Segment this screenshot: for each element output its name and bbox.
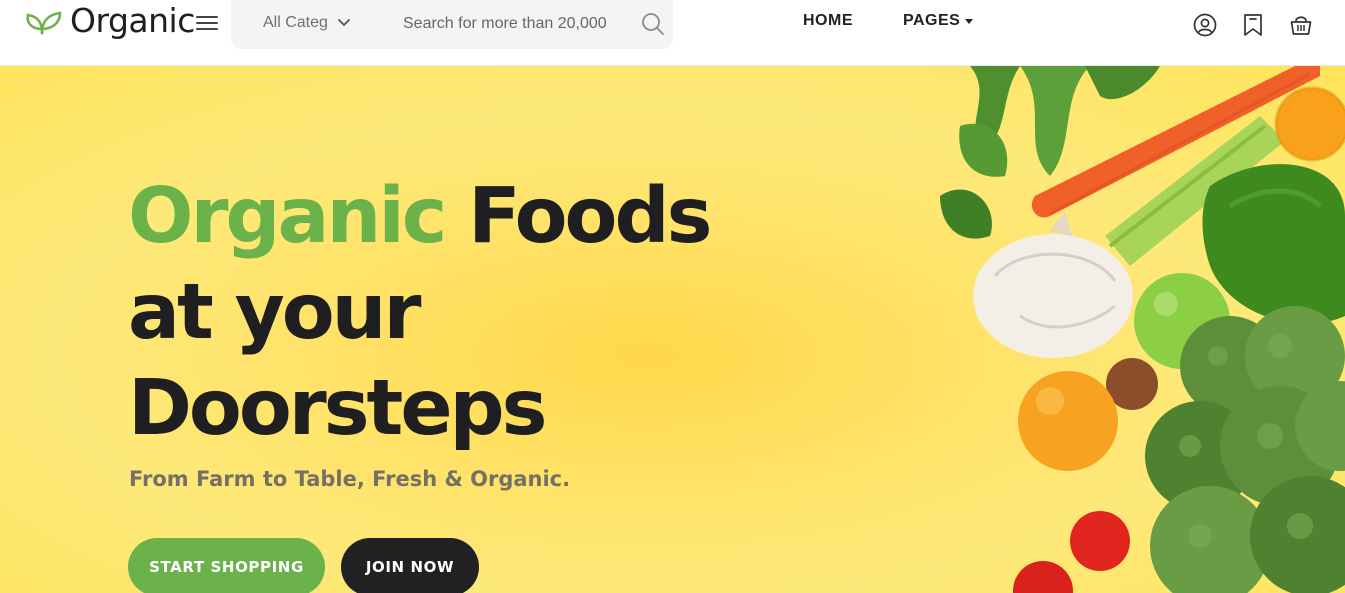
user-icon bbox=[1193, 13, 1217, 37]
hero-title: Organic Foods at your Doorsteps bbox=[128, 169, 712, 457]
hero-subtitle: From Farm to Table, Fresh & Organic. bbox=[129, 467, 571, 491]
logo-text: Organic bbox=[70, 1, 195, 40]
nav-pages-label: PAGES bbox=[903, 12, 961, 29]
bookmark-icon bbox=[1244, 14, 1262, 36]
hero-title-line2: at your bbox=[128, 268, 421, 357]
site-header: Organic All Categ HOME PAGES bbox=[0, 0, 1345, 66]
caret-down-icon bbox=[965, 18, 974, 24]
start-shopping-button[interactable]: START SHOPPING bbox=[128, 538, 325, 593]
wishlist-button[interactable] bbox=[1241, 13, 1265, 37]
cart-icon bbox=[1290, 16, 1312, 35]
search-button[interactable] bbox=[641, 12, 665, 36]
search-icon bbox=[642, 13, 664, 35]
logo[interactable]: Organic bbox=[22, 4, 195, 37]
nav-pages[interactable]: PAGES bbox=[903, 12, 974, 30]
account-button[interactable] bbox=[1193, 13, 1217, 37]
search-bar: All Categ bbox=[231, 0, 673, 49]
category-select[interactable]: All Categ bbox=[263, 14, 350, 32]
hamburger-icon bbox=[196, 16, 218, 30]
hero-title-accent: Organic bbox=[128, 172, 447, 261]
chevron-down-icon bbox=[338, 19, 350, 27]
join-now-button[interactable]: JOIN NOW bbox=[341, 538, 479, 593]
search-input[interactable] bbox=[403, 10, 607, 38]
hero-banner: Organic Foods at your Doorsteps From Far… bbox=[0, 66, 1345, 593]
category-label: All Categ bbox=[263, 14, 328, 31]
vegetables-image bbox=[940, 66, 1345, 593]
leaf-icon bbox=[26, 11, 62, 34]
hero-title-line1: Foods bbox=[444, 172, 712, 261]
nav-home[interactable]: HOME bbox=[803, 12, 853, 30]
hero-title-line3: Doorsteps bbox=[128, 364, 548, 453]
menu-button[interactable] bbox=[196, 14, 218, 32]
cart-button[interactable] bbox=[1289, 13, 1313, 37]
